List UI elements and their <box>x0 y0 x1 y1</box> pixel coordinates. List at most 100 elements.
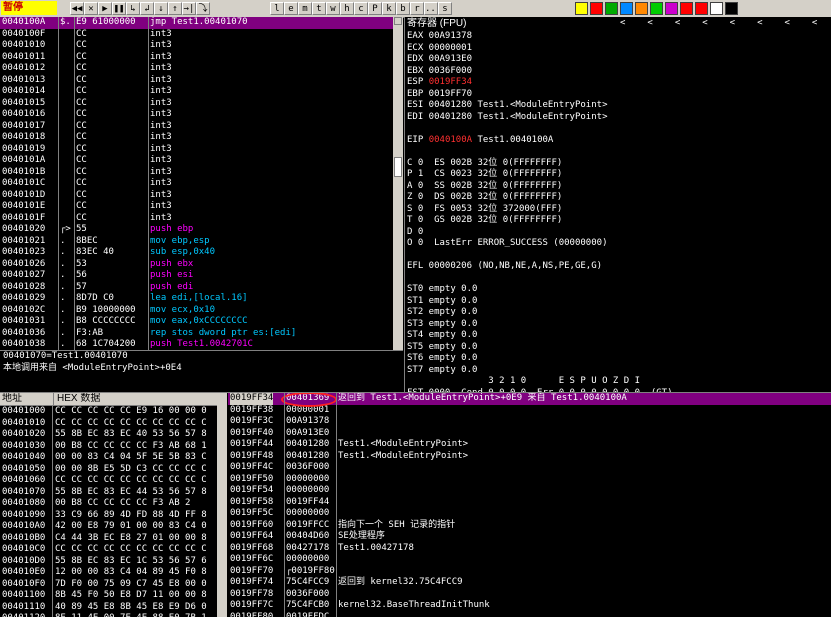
dump-row[interactable]: 00401040 00 00 83 C4 04 5F 5E 5B 83 C <box>0 452 226 464</box>
dump-row[interactable]: 004010B0 C4 44 3B EC E8 27 01 00 00 8 <box>0 533 226 545</box>
toolbar-window-button[interactable]: l <box>270 2 284 15</box>
dump-row[interactable]: 00401060 CC CC CC CC CC CC CC CC CC C <box>0 475 226 487</box>
disasm-command: mov ebp,esp <box>150 235 210 246</box>
dump-col-address[interactable]: 地址 <box>2 393 22 405</box>
toolbar-button[interactable]: ↲ <box>140 2 154 15</box>
stack-value: 0019FFDC <box>286 611 330 617</box>
dump-row[interactable]: 004010E0 12 00 00 83 C4 04 89 45 F0 8 <box>0 567 226 579</box>
dump-row[interactable]: 004010F0 7D F0 00 75 09 C7 45 E8 00 0 <box>0 579 226 591</box>
scroll-up-icon[interactable] <box>394 17 402 25</box>
stack-row[interactable]: 0019FF80 0019FFDC <box>228 612 831 617</box>
stack-pane[interactable]: 0019FF34 00401369 返回到 Test1.<ModuleEntryPo… <box>228 393 831 617</box>
toolbar-button[interactable]: →| <box>182 2 196 15</box>
register-line: D 0 <box>407 226 424 237</box>
disasm-address: 00401012 <box>2 63 46 73</box>
stack-row[interactable]: 0019FF68 00427178 Test1.00427178 <box>228 543 831 555</box>
stack-row[interactable]: 0019FF40 00A913E0 <box>228 428 831 440</box>
dump-row[interactable]: 00401020 55 8B EC 83 EC 40 53 56 57 8 <box>0 429 226 441</box>
register-line: ST0 empty 0.0 <box>407 284 478 294</box>
disasm-hex: CC <box>76 51 87 62</box>
disasm-command: int3 <box>150 166 172 177</box>
toolbar-icon[interactable] <box>680 2 693 15</box>
disasm-hex: CC <box>76 63 87 73</box>
dump-header: 地址 HEX 数据 <box>0 393 226 406</box>
stack-row[interactable]: 0019FF58 0019FF44 <box>228 497 831 509</box>
disasm-command: int3 <box>150 51 172 62</box>
toolbar-window-button[interactable]: e <box>284 2 298 15</box>
disasm-hex: E9 61000000 <box>76 17 136 27</box>
stack-row[interactable]: 0019FF7C 75C4FCB0 kernel32.BaseThreadInitT… <box>228 600 831 612</box>
toolbar-icon[interactable] <box>665 2 678 15</box>
toolbar-window-button[interactable]: t <box>312 2 326 15</box>
toolbar-icon[interactable] <box>725 2 738 15</box>
stack-row[interactable]: 0019FF74 75C4FCC9 返回到 kernel32.75C4FCC9 <box>228 577 831 589</box>
column-divider <box>336 393 337 617</box>
stack-row[interactable]: 0019FF70 ┌0019FF80 <box>228 566 831 578</box>
toolbar-icon[interactable] <box>695 2 708 15</box>
stack-row[interactable]: 0019FF3C 00A91378 <box>228 416 831 428</box>
dump-row[interactable]: 00401010 CC CC CC CC CC CC CC CC CC C <box>0 418 226 430</box>
toolbar-window-button[interactable]: ... <box>424 2 441 15</box>
stack-row[interactable]: 0019FF4C 0036F000 <box>228 462 831 474</box>
register-nav-arrows[interactable]: <<<<<<<< <box>620 17 831 30</box>
stack-row[interactable]: 0019FF50 00000000 <box>228 474 831 486</box>
toolbar-button[interactable]: ✕ <box>84 2 98 15</box>
registers-pane[interactable]: 寄存器 (FPU) <<<<<<<< EAX 00A91378 ECX 00000… <box>404 17 831 392</box>
dump-row[interactable]: 00401080 00 B8 CC CC CC CC F3 AB 2 <box>0 498 226 510</box>
dump-row[interactable]: 00401100 8B 45 F0 50 E8 D7 11 00 00 8 <box>0 590 226 602</box>
toolbar-window-button[interactable]: r <box>410 2 424 15</box>
disasm-hex: CC <box>76 178 87 188</box>
toolbar-window-button[interactable]: k <box>382 2 396 15</box>
disassembly-scrollbar[interactable] <box>393 17 403 350</box>
toolbar-button[interactable]: ▶ <box>98 2 112 15</box>
toolbar-button[interactable]: ↓ <box>154 2 168 15</box>
toolbar-icon[interactable] <box>635 2 648 15</box>
dump-row[interactable]: 00401090 33 C9 66 89 4D FD 88 4D FF 8 <box>0 510 226 522</box>
scroll-thumb[interactable] <box>394 157 402 177</box>
disasm-address: 00401038 <box>2 339 46 349</box>
toolbar-button[interactable]: ◀◀ <box>70 2 84 15</box>
stack-row[interactable]: 0019FF64 00404D60 SE处理程序 <box>228 531 831 543</box>
toolbar-button[interactable]: ↑ <box>168 2 182 15</box>
memory-dump-pane[interactable]: 地址 HEX 数据 00401000 CC CC CC CC CC E9 16 0… <box>0 393 226 617</box>
stack-row[interactable]: 0019FF44 00401280 Test1.<ModuleEntryPoint> <box>228 439 831 451</box>
toolbar-icon[interactable] <box>650 2 663 15</box>
disasm-address: 0040101D <box>2 189 46 200</box>
dump-row[interactable]: 00401070 55 8B EC 83 EC 44 53 56 57 8 <box>0 487 226 499</box>
dump-row[interactable]: 00401110 40 89 45 E8 8B 45 E8 E9 D6 0 <box>0 602 226 614</box>
toolbar-icon[interactable] <box>575 2 588 15</box>
stack-row[interactable]: 0019FF60 0019FFCC 指向下一个 SEH 记录的指针 <box>228 520 831 532</box>
dump-row[interactable]: 00401030 00 B8 CC CC CC CC F3 AB 68 1 <box>0 441 226 453</box>
toolbar-window-button[interactable]: s <box>438 2 452 15</box>
stack-row[interactable]: 0019FF48 00401280 Test1.<ModuleEntryPoint> <box>228 451 831 463</box>
dump-row[interactable]: 00401050 00 00 8B E5 5D C3 CC CC CC C <box>0 464 226 476</box>
toolbar-window-button[interactable]: P <box>368 2 382 15</box>
toolbar-window-button[interactable]: w <box>326 2 340 15</box>
toolbar-button[interactable]: ⤵ <box>196 2 210 15</box>
disassembly-pane[interactable]: 0040100A $. E9 61000000 jmp Test1.00401070 0… <box>0 17 393 350</box>
dump-col-hex[interactable]: HEX 数据 <box>53 393 100 405</box>
stack-row[interactable]: 0019FF6C 00000000 <box>228 554 831 566</box>
toolbar-icon[interactable] <box>605 2 618 15</box>
toolbar-window-button[interactable]: h <box>340 2 354 15</box>
toolbar-icon[interactable] <box>710 2 723 15</box>
toolbar-window-button[interactable]: b <box>396 2 410 15</box>
dump-scrollbar[interactable] <box>217 393 227 617</box>
toolbar-icon[interactable] <box>620 2 633 15</box>
toolbar-icon[interactable] <box>590 2 603 15</box>
dump-row[interactable]: 00401000 CC CC CC CC CC E9 16 00 00 0 <box>0 406 226 418</box>
stack-row[interactable]: 0019FF5C 00000000 <box>228 508 831 520</box>
toolbar-window-button[interactable]: c <box>354 2 368 15</box>
disasm-address: 0040100A <box>2 17 46 27</box>
dump-row[interactable]: 004010A0 42 00 E8 79 01 00 00 83 C4 0 <box>0 521 226 533</box>
dump-row[interactable]: 004010C0 CC CC CC CC CC CC CC CC CC C <box>0 544 226 556</box>
dump-row[interactable]: 00401120 8E 11 4E 00 7E 4E 88 E0 7B 1 <box>0 613 226 617</box>
disasm-hex: 57 <box>76 281 87 292</box>
toolbar-button[interactable]: ↳ <box>126 2 140 15</box>
dump-hex: 55 8B EC 83 EC 40 53 56 57 8 <box>55 429 207 439</box>
stack-row[interactable]: 0019FF78 0036F000 <box>228 589 831 601</box>
dump-row[interactable]: 004010D0 55 8B EC 83 EC 1C 53 56 57 6 <box>0 556 226 568</box>
stack-row[interactable]: 0019FF54 00000000 <box>228 485 831 497</box>
toolbar-window-button[interactable]: m <box>298 2 312 15</box>
toolbar-button[interactable]: ❚❚ <box>112 2 126 15</box>
